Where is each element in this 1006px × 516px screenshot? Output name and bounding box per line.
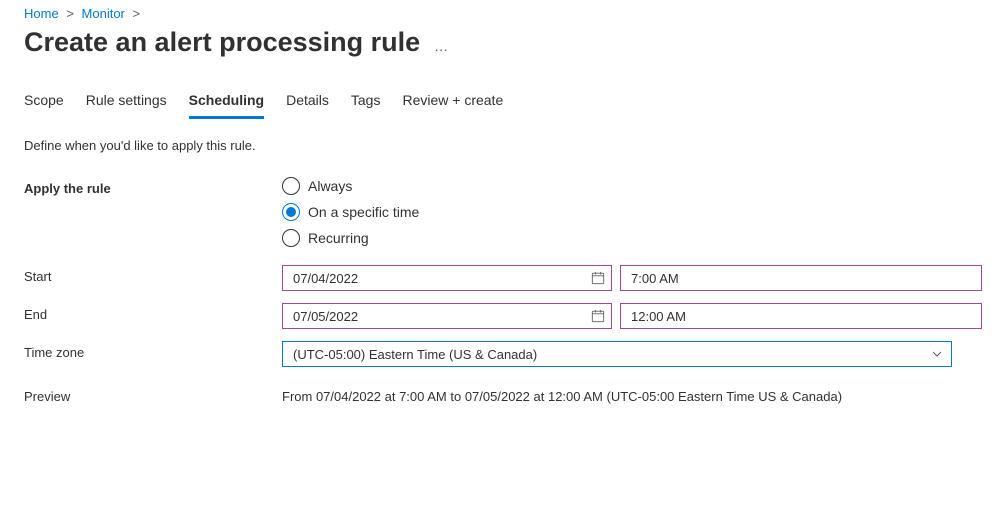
radio-icon (282, 177, 300, 195)
radio-icon (282, 229, 300, 247)
timezone-value: (UTC-05:00) Eastern Time (US & Canada) (293, 347, 931, 362)
calendar-icon (591, 309, 605, 323)
end-date-input[interactable]: 07/05/2022 (282, 303, 612, 329)
tab-tags[interactable]: Tags (351, 86, 381, 119)
preview-text: From 07/04/2022 at 7:00 AM to 07/05/2022… (282, 385, 982, 404)
label-start: Start (24, 265, 282, 284)
tab-details[interactable]: Details (286, 86, 329, 119)
tab-rule-settings[interactable]: Rule settings (86, 86, 167, 119)
breadcrumb: Home > Monitor > (24, 6, 982, 21)
start-date-value: 07/04/2022 (293, 271, 591, 286)
end-time-value: 12:00 AM (631, 309, 686, 324)
chevron-right-icon: > (129, 6, 145, 21)
tab-scope[interactable]: Scope (24, 86, 64, 119)
label-apply-the-rule: Apply the rule (24, 177, 282, 196)
end-time-input[interactable]: 12:00 AM (620, 303, 982, 329)
tabs: Scope Rule settings Scheduling Details T… (24, 86, 982, 120)
apply-rule-radios: Always On a specific time Recurring (282, 177, 982, 247)
label-preview: Preview (24, 385, 282, 404)
tab-scheduling[interactable]: Scheduling (189, 86, 264, 119)
page-title: Create an alert processing rule (24, 27, 420, 58)
radio-specific-label: On a specific time (308, 204, 419, 220)
chevron-right-icon: > (62, 6, 78, 21)
start-time-value: 7:00 AM (631, 271, 679, 286)
radio-always-label: Always (308, 178, 352, 194)
end-date-value: 07/05/2022 (293, 309, 591, 324)
chevron-down-icon (931, 348, 943, 360)
label-timezone: Time zone (24, 341, 282, 360)
breadcrumb-monitor[interactable]: Monitor (82, 6, 125, 21)
radio-recurring-label: Recurring (308, 230, 369, 246)
more-icon[interactable]: … (434, 32, 449, 54)
breadcrumb-home[interactable]: Home (24, 6, 59, 21)
intro-text: Define when you'd like to apply this rul… (24, 138, 982, 153)
radio-specific-time[interactable]: On a specific time (282, 203, 982, 221)
radio-icon (282, 203, 300, 221)
radio-recurring[interactable]: Recurring (282, 229, 982, 247)
start-date-input[interactable]: 07/04/2022 (282, 265, 612, 291)
radio-always[interactable]: Always (282, 177, 982, 195)
label-end: End (24, 303, 282, 322)
timezone-select[interactable]: (UTC-05:00) Eastern Time (US & Canada) (282, 341, 952, 367)
tab-review-create[interactable]: Review + create (402, 86, 503, 119)
start-time-input[interactable]: 7:00 AM (620, 265, 982, 291)
calendar-icon (591, 271, 605, 285)
